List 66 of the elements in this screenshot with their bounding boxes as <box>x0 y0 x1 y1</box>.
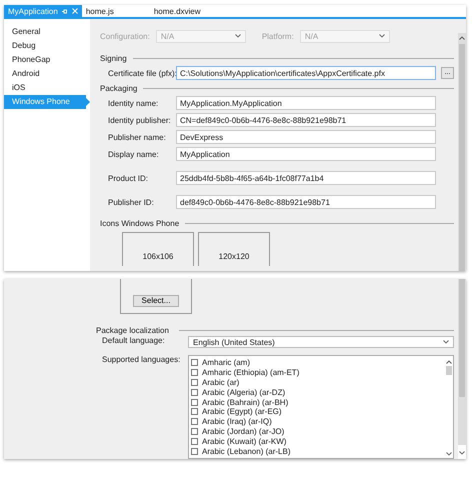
section-heading: Packaging <box>100 84 138 93</box>
scroll-up-icon[interactable] <box>446 360 452 364</box>
language-label: Arabic (Egypt) (ar-EG) <box>202 407 282 416</box>
document-tab[interactable]: home.js <box>82 5 118 17</box>
icon-tile[interactable]: Select... <box>120 279 192 314</box>
scrollbar[interactable] <box>458 279 466 459</box>
language-label: Arabic (Iraq) (ar-IQ) <box>202 417 272 426</box>
section-heading: Signing <box>100 54 127 63</box>
checkbox[interactable] <box>191 428 198 435</box>
input-field[interactable]: 25ddb4fd-5b8b-4f65-a64b-1fc08f77a1b4 <box>176 171 436 185</box>
language-label: Arabic (Jordan) (ar-JO) <box>202 426 284 436</box>
scroll-thumb[interactable] <box>446 366 452 375</box>
section-heading: Icons Windows Phone <box>100 219 180 228</box>
document-tab[interactable]: home.dxview <box>150 5 205 17</box>
checkbox[interactable] <box>191 448 198 455</box>
icon-tile[interactable]: 120x120 <box>198 232 270 266</box>
sidebar-item[interactable]: General <box>4 25 86 39</box>
checkbox[interactable] <box>191 388 198 396</box>
sidebar-item[interactable]: Android <box>4 67 86 81</box>
field-label: Identity publisher: <box>108 116 172 124</box>
platform-label: Platform: <box>262 32 294 40</box>
input-field[interactable]: def849c0-0b6b-4476-8e8c-88b921e98b71 <box>176 195 436 209</box>
field-label: Product ID: <box>108 174 150 182</box>
scroll-up-icon[interactable] <box>459 36 465 40</box>
field-label: Certificate file (pfx): <box>108 68 176 78</box>
chevron-down-icon <box>443 340 449 344</box>
sidebar-item[interactable]: iOS <box>4 81 86 95</box>
scroll-down-icon <box>446 452 452 456</box>
field-label: Supported languages: <box>102 355 182 364</box>
select-button[interactable]: Select... <box>132 295 180 307</box>
close-icon[interactable] <box>72 8 78 14</box>
field-label: Default language: <box>102 336 166 345</box>
language-select[interactable]: English (United States) <box>188 336 454 348</box>
sidebar-item[interactable]: PhoneGap <box>4 53 86 67</box>
field-label: Publisher name: <box>108 132 167 142</box>
language-label: Amharic (am) <box>202 358 250 368</box>
language-label: Arabic (Kuwait) (ar-KW) <box>202 436 286 446</box>
section-heading: Package localization <box>96 326 169 335</box>
language-label: Amharic (Ethiopia) (am-ET) <box>202 368 300 378</box>
field-label: Display name: <box>108 150 160 158</box>
language-label: Arabic (ar) <box>202 378 240 387</box>
checkbox[interactable] <box>191 359 198 366</box>
checkbox[interactable] <box>191 408 198 416</box>
language-label: Arabic (Bahrain) (ar-BH) <box>202 398 288 407</box>
scroll-down-icon <box>459 451 465 455</box>
input-field[interactable]: C:\Solutions\MyApplication\certificates\AppxCertificate.pfx <box>176 66 436 80</box>
language-label: Arabic (Algeria) (ar-DZ) <box>202 388 286 397</box>
language-label: Arabic (Lebanon) (ar-LB) <box>202 446 290 456</box>
checkbox[interactable] <box>191 398 198 406</box>
scrollbar[interactable] <box>458 33 466 271</box>
checkbox[interactable] <box>191 369 198 376</box>
checkbox[interactable] <box>191 438 198 445</box>
configuration-label: Configuration: <box>100 32 150 40</box>
input-field[interactable]: DevExpress <box>176 130 436 144</box>
input-field[interactable]: CN=def849c0-0b6b-4476-8e8c-88b921e98b71 <box>176 113 436 127</box>
checkbox[interactable] <box>191 378 198 386</box>
sidebar-item[interactable]: Debug <box>4 39 86 53</box>
field-label: Identity name: <box>108 98 160 108</box>
input-field[interactable]: MyApplication.MyApplication <box>176 96 436 110</box>
input-field[interactable]: MyApplication <box>176 147 436 161</box>
chevron-down-icon <box>234 34 241 38</box>
checkbox[interactable] <box>191 418 198 426</box>
field-label: Publisher ID: <box>108 198 155 206</box>
pin-icon[interactable] <box>62 8 68 14</box>
chevron-down-icon <box>378 34 385 38</box>
icon-tile[interactable]: 106x106 <box>122 232 194 266</box>
